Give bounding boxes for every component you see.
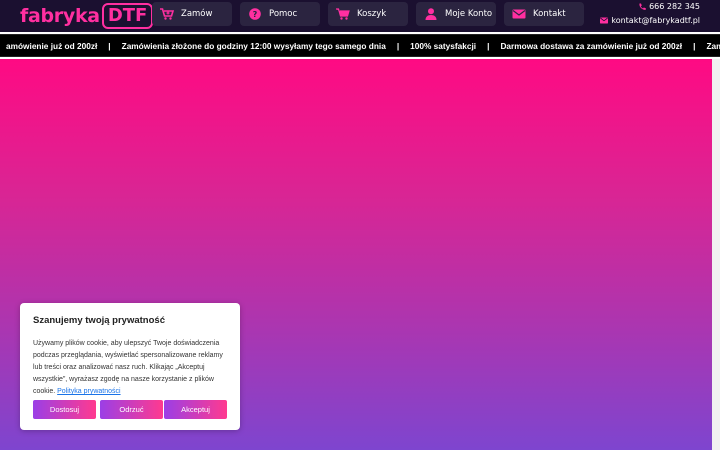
ticker-track: amówienie już od 200zł | Zamówienia złożon… bbox=[6, 35, 720, 56]
privacy-policy-link[interactable]: Polityka prywatności bbox=[57, 388, 120, 395]
cookie-text-body: Używamy plików cookie, aby ulepszyć Twoj… bbox=[33, 340, 223, 395]
nav-contact-label: Kontakt bbox=[533, 9, 566, 19]
contact-phone[interactable]: 666 282 345 bbox=[638, 2, 700, 11]
envelope-icon bbox=[512, 9, 526, 19]
nav-cart-label: Koszyk bbox=[357, 9, 387, 19]
contact-phone-text: 666 282 345 bbox=[649, 2, 700, 11]
ticker-separator: | bbox=[487, 41, 490, 51]
svg-text:?: ? bbox=[253, 10, 258, 19]
nav-contact-button[interactable]: Kontakt bbox=[504, 2, 584, 26]
nav-order-label: Zamów bbox=[181, 9, 213, 19]
nav-account-button[interactable]: Moje Konto bbox=[416, 2, 496, 26]
nav-cart-button[interactable]: Koszyk bbox=[328, 2, 408, 26]
ticker-item: Zamówienia złożone do godziny 12:00 wysy… bbox=[121, 41, 386, 51]
nav-help-label: Pomoc bbox=[269, 9, 298, 19]
site-header: fabryka DTF Zamów ? Pomoc Koszyk Moje Ko… bbox=[0, 0, 720, 32]
scrollbar[interactable] bbox=[712, 59, 720, 450]
ticker-item: Darmowa dostawa za zamówienie już od 200… bbox=[500, 41, 683, 51]
ticker-item: amówienie już od 200zł bbox=[6, 41, 98, 51]
nav-help-button[interactable]: ? Pomoc bbox=[240, 2, 320, 26]
ticker-item: Zamówienia złożone do bbox=[706, 41, 720, 51]
ticker-separator: | bbox=[108, 41, 111, 51]
phone-icon bbox=[639, 3, 646, 10]
cart-plus-icon bbox=[160, 8, 174, 20]
logo-word: fabryka bbox=[20, 5, 100, 27]
contact-email-text: kontakt@fabrykadtf.pl bbox=[611, 16, 700, 25]
ticker-item: 100% satysfakcji bbox=[410, 41, 477, 51]
nav-account-label: Moje Konto bbox=[445, 9, 493, 19]
user-icon bbox=[425, 8, 437, 20]
envelope-small-icon bbox=[600, 17, 609, 24]
question-circle-icon: ? bbox=[249, 8, 261, 20]
nav-order-button[interactable]: Zamów bbox=[152, 2, 232, 26]
logo[interactable]: fabryka DTF bbox=[20, 2, 154, 30]
cookie-consent-dialog: Szanujemy twoją prywatność Używamy plikó… bbox=[20, 303, 240, 430]
announcement-ticker: amówienie już od 200zł | Zamówienia złożon… bbox=[0, 34, 720, 57]
cookie-title: Szanujemy twoją prywatność bbox=[33, 315, 165, 326]
customize-button[interactable]: Dostosuj bbox=[33, 400, 96, 419]
cart-icon bbox=[336, 8, 350, 20]
ticker-separator: | bbox=[693, 41, 696, 51]
ticker-separator: | bbox=[396, 41, 400, 51]
accept-button[interactable]: Akceptuj bbox=[164, 400, 227, 419]
cookie-buttons: Dostosuj Odrzuć Akceptuj bbox=[33, 400, 227, 419]
contact-email[interactable]: kontakt@fabrykadtf.pl bbox=[600, 16, 700, 25]
reject-button[interactable]: Odrzuć bbox=[100, 400, 163, 419]
cookie-text: Używamy plików cookie, aby ulepszyć Twoj… bbox=[33, 338, 227, 398]
logo-box: DTF bbox=[101, 3, 154, 29]
